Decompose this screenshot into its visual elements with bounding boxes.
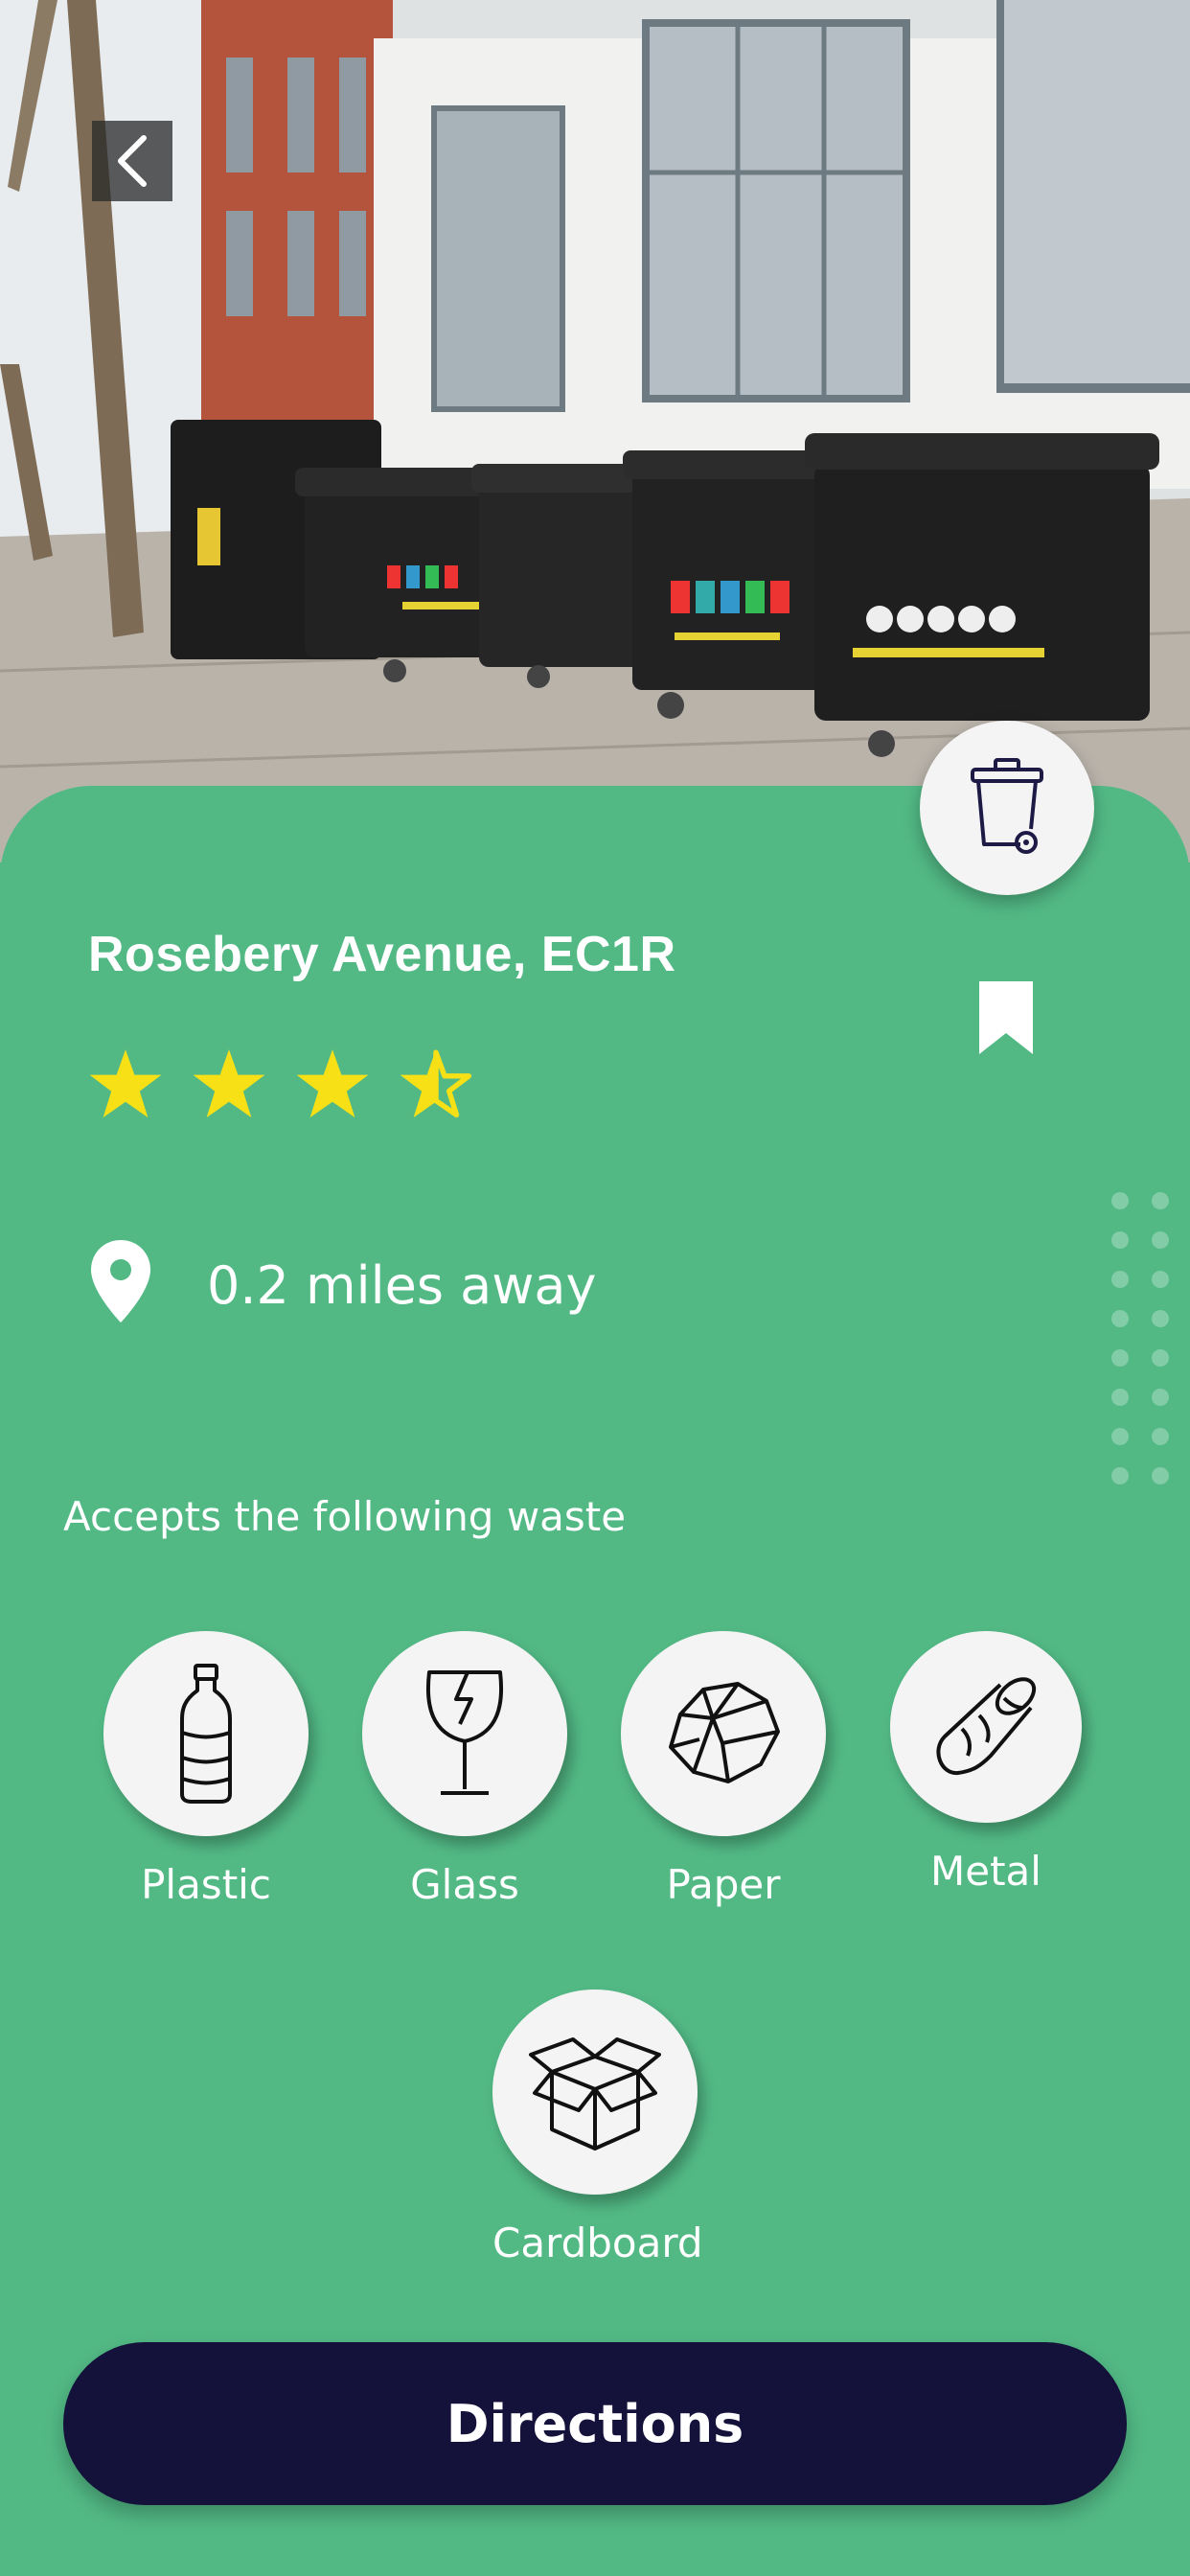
waste-type-paper[interactable]: Paper (621, 1631, 826, 1908)
waste-label: Metal (930, 1848, 1041, 1895)
rating-stars (88, 1046, 473, 1121)
plastic-bottle-icon (180, 1664, 232, 1804)
chevron-left-icon (118, 135, 147, 187)
distance-text: 0.2 miles away (207, 1255, 597, 1316)
waste-label: Cardboard (492, 2220, 703, 2266)
star-full-icon (89, 1049, 162, 1118)
waste-type-metal[interactable]: Metal (883, 1631, 1088, 1895)
star-full-icon (296, 1049, 369, 1118)
crumpled-paper-icon (669, 1682, 780, 1783)
waste-label: Glass (410, 1861, 519, 1908)
broken-glass-icon (425, 1670, 504, 1795)
waste-type-cardboard[interactable]: Cardboard (492, 1990, 703, 2266)
metal-can-icon (936, 1677, 1037, 1776)
waste-label: Paper (666, 1861, 781, 1908)
directions-button[interactable]: Directions (63, 2342, 1127, 2505)
star-half-icon (400, 1049, 472, 1118)
bin-badge (920, 721, 1094, 895)
waste-type-glass[interactable]: Glass (362, 1631, 567, 1908)
back-button[interactable] (92, 121, 172, 201)
location-title: Rosebery Avenue, EC1R (88, 927, 676, 982)
waste-heading: Accepts the following waste (63, 1493, 627, 1540)
cardboard-box-icon (529, 2037, 661, 2150)
star-full-icon (193, 1049, 265, 1118)
wheelie-bin-icon (971, 758, 1043, 854)
bookmark-icon[interactable] (975, 981, 1037, 1058)
waste-type-plastic[interactable]: Plastic (103, 1631, 309, 1908)
map-pin-icon (91, 1240, 150, 1322)
waste-label: Plastic (141, 1861, 271, 1908)
decorative-dots (1111, 1192, 1169, 1484)
